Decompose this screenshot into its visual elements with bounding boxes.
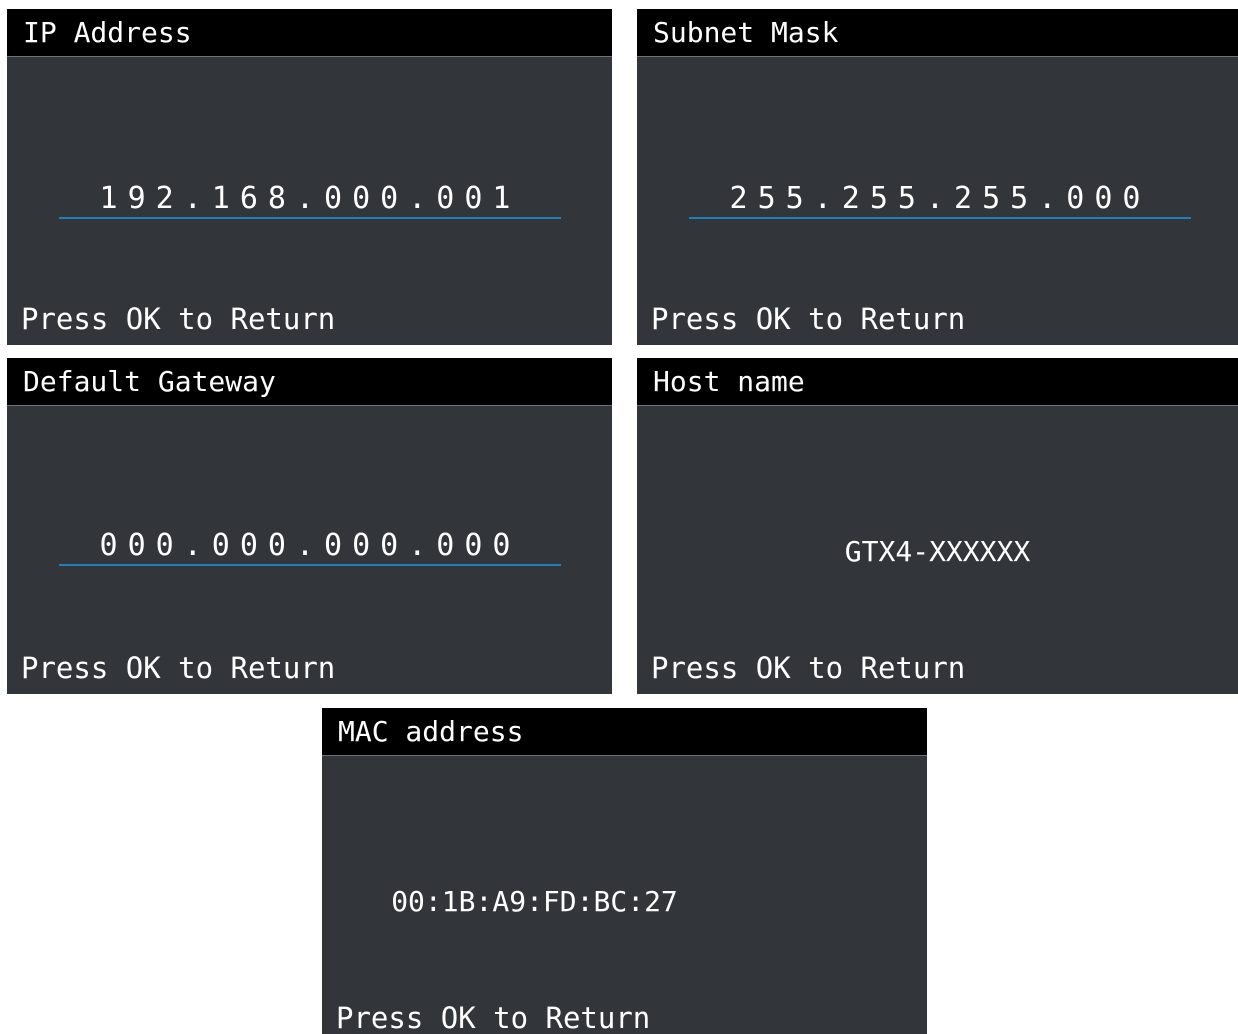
press-ok-hint: Press OK to Return (21, 302, 336, 336)
ip-address-screen: IP Address 192.168.000.001 Press OK to R… (7, 9, 612, 345)
host-name-value: GTX4-XXXXXX (844, 535, 1031, 568)
subnet-mask-value: 255.255.255.000 (689, 179, 1191, 219)
default-gateway-screen: Default Gateway 000.000.000.000 Press OK… (7, 358, 612, 694)
press-ok-hint: Press OK to Return (336, 1001, 651, 1034)
press-ok-hint: Press OK to Return (21, 651, 336, 685)
screen-title: Host name (637, 358, 1238, 406)
mac-address-screen: MAC address 00:1B:A9:FD:BC:27 Press OK t… (322, 708, 927, 1034)
default-gateway-value: 000.000.000.000 (59, 526, 561, 566)
press-ok-hint: Press OK to Return (651, 302, 966, 336)
mac-address-value: 00:1B:A9:FD:BC:27 (391, 885, 678, 918)
ip-address-value: 192.168.000.001 (59, 179, 561, 219)
screen-title: Subnet Mask (637, 9, 1238, 57)
subnet-mask-screen: Subnet Mask 255.255.255.000 Press OK to … (637, 9, 1238, 345)
screen-title: MAC address (322, 708, 927, 756)
screen-title: Default Gateway (7, 358, 612, 406)
screen-title: IP Address (7, 9, 612, 57)
press-ok-hint: Press OK to Return (651, 651, 966, 685)
host-name-screen: Host name GTX4-XXXXXX Press OK to Return (637, 358, 1238, 694)
